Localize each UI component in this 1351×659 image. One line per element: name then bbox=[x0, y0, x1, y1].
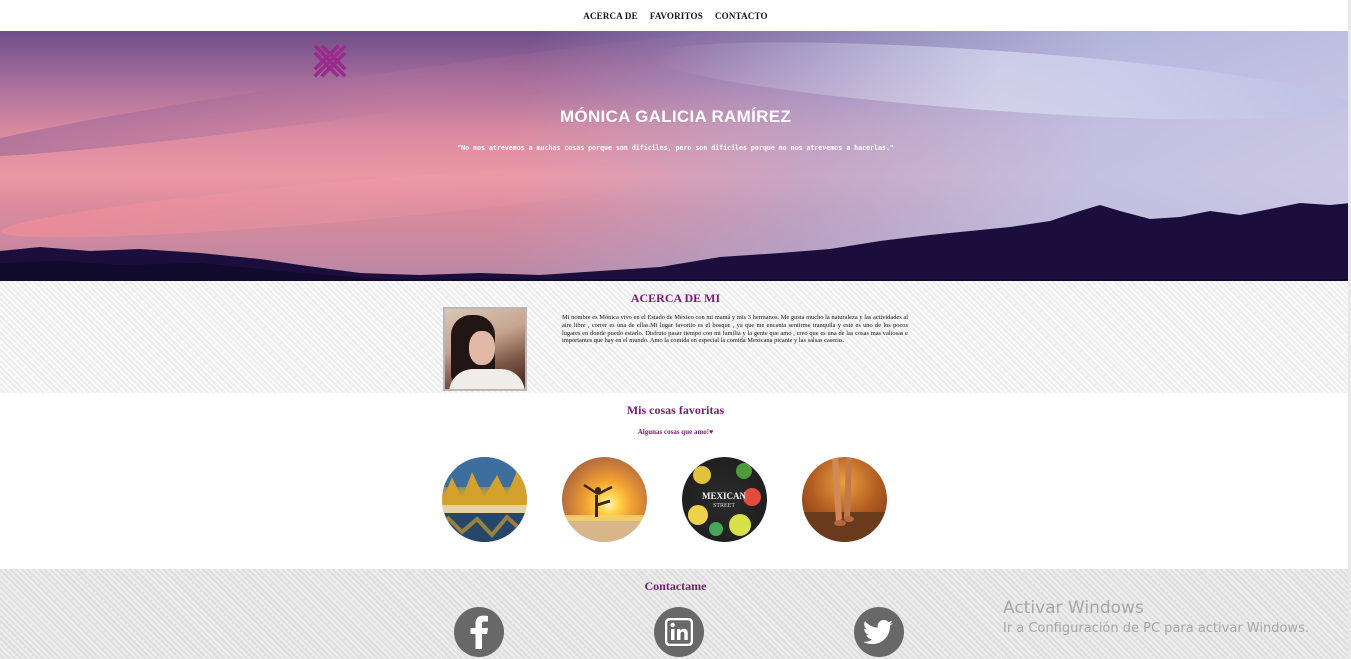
nav-link-favoritos[interactable]: FAVORITOS bbox=[650, 11, 703, 21]
favorite-mexican-food-image[interactable]: MEXICAN STREET bbox=[682, 457, 767, 542]
linkedin-icon[interactable] bbox=[654, 607, 704, 657]
top-nav: ACERCA DE FAVORITOS CONTACTO bbox=[0, 0, 1351, 31]
favorite-barefoot-path-image[interactable] bbox=[802, 457, 887, 542]
contact-heading: Contactame bbox=[644, 579, 707, 593]
watermark-title: Activar Windows bbox=[1003, 598, 1144, 618]
logo-icon bbox=[313, 44, 347, 78]
nav-link-acerca-de[interactable]: ACERCA DE bbox=[583, 11, 638, 21]
profile-photo bbox=[443, 307, 527, 391]
page-title: MÓNICA GALICIA RAMÍREZ bbox=[559, 107, 792, 126]
favorites-subheading: Algunas cosas que amo!♥ bbox=[637, 428, 714, 436]
hero-quote: "No nos atrevemos a muchas cosas porque … bbox=[457, 144, 894, 152]
favorite-forest-lake-image[interactable] bbox=[442, 457, 527, 542]
svg-text:STREET: STREET bbox=[713, 503, 735, 509]
twitter-icon[interactable] bbox=[854, 607, 904, 657]
facebook-icon[interactable] bbox=[454, 607, 504, 657]
svg-text:MEXICAN: MEXICAN bbox=[702, 491, 746, 501]
windows-activation-watermark: Activar Windows Ir a Configuración de PC… bbox=[1003, 598, 1309, 636]
favorite-sunset-yoga-image[interactable] bbox=[562, 457, 647, 542]
about-bio: Mi nombre es Mónica vivo en el Estado de… bbox=[562, 314, 908, 345]
hero-banner: MÓNICA GALICIA RAMÍREZ "No nos atrevemos… bbox=[0, 31, 1351, 281]
about-heading: ACERCA DE MI bbox=[630, 291, 721, 305]
mountain-silhouette bbox=[0, 203, 1351, 281]
nav-link-contacto[interactable]: CONTACTO bbox=[715, 11, 768, 21]
favorites-section: Mis cosas favoritas Algunas cosas que am… bbox=[0, 393, 1351, 569]
favorites-heading: Mis cosas favoritas bbox=[626, 403, 725, 417]
about-section: ACERCA DE MI Mi nombre es Mónica vivo en… bbox=[0, 281, 1351, 393]
watermark-subtitle: Ir a Configuración de PC para activar Wi… bbox=[1003, 621, 1309, 636]
